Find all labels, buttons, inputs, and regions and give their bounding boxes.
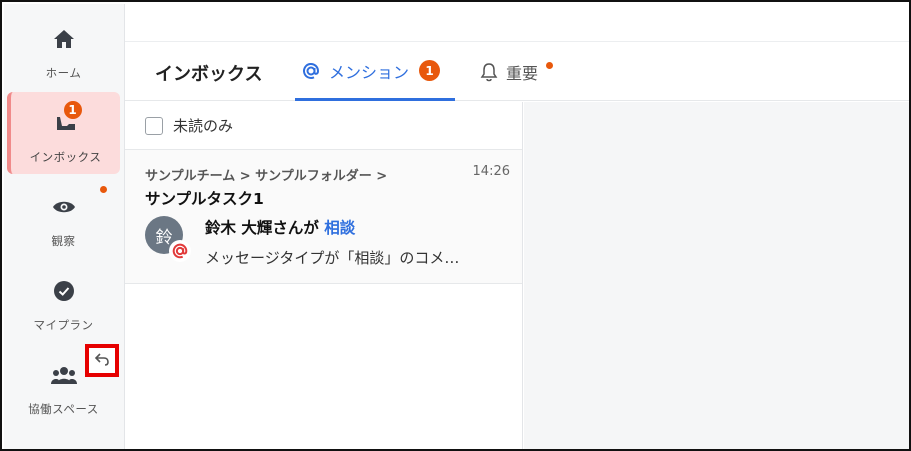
- tab-important-label: 重要: [506, 64, 539, 83]
- sidebar-item-label: ホーム: [45, 66, 82, 80]
- sidebar-item-home[interactable]: ホーム: [7, 8, 120, 90]
- eye-icon: [51, 194, 77, 220]
- check-circle-icon: [51, 278, 77, 304]
- sidebar-item-inbox[interactable]: 1 インボックス: [7, 92, 120, 174]
- inbox-count-badge: 1: [62, 100, 83, 120]
- message-list: 未読のみ サンプルチーム > サンプルフォルダー > 14:26 サンプルタスク…: [125, 102, 523, 449]
- inbox-icon: 1: [53, 100, 83, 136]
- sidebar-item-myplan[interactable]: マイプラン: [7, 260, 120, 342]
- undo-icon: [94, 351, 110, 370]
- sidebar-item-watch[interactable]: 観察: [7, 176, 120, 258]
- undo-button[interactable]: [85, 344, 119, 377]
- tab-important[interactable]: 重要: [480, 43, 554, 101]
- sender-text: 鈴木 大輝さんが: [205, 219, 325, 237]
- message-preview: メッセージタイプが「相談」のコメ…: [205, 249, 460, 267]
- breadcrumb: サンプルチーム > サンプルフォルダー >: [145, 169, 388, 184]
- at-icon: [301, 61, 321, 81]
- task-name: サンプルタスク1: [145, 190, 264, 208]
- bell-icon: [480, 62, 498, 82]
- unread-dot: [546, 61, 554, 69]
- tab-mention[interactable]: メンション 1: [295, 43, 455, 101]
- sidebar-item-label: マイプラン: [33, 318, 94, 332]
- page-title: インボックス: [155, 64, 263, 85]
- list-item[interactable]: サンプルチーム > サンプルフォルダー > 14:26 サンプルタスク1 鈴 鈴…: [125, 150, 522, 284]
- timestamp: 14:26: [472, 164, 510, 179]
- unread-only-checkbox[interactable]: [145, 116, 163, 135]
- detail-pane: [524, 102, 909, 449]
- sidebar-item-label: 観察: [51, 234, 76, 248]
- sidebar-item-label: インボックス: [29, 150, 102, 164]
- sidebar: ホーム 1 インボックス 観察 マイプラン 協働スペース: [4, 4, 125, 449]
- team-icon: [50, 362, 77, 388]
- unread-dot: [100, 186, 107, 193]
- unread-only-label: 未読のみ: [173, 117, 234, 135]
- sidebar-item-label: 協働スペース: [28, 402, 99, 416]
- message-type: 相談: [324, 219, 356, 237]
- tab-mention-label: メンション: [329, 62, 410, 82]
- app-window: ホーム 1 インボックス 観察 マイプラン 協働スペース インボックス メンショ…: [0, 0, 911, 451]
- unread-filter[interactable]: 未読のみ: [125, 102, 522, 150]
- top-bar: [125, 4, 909, 42]
- mention-count-badge: 1: [419, 60, 441, 81]
- home-icon: [51, 26, 77, 52]
- mention-icon: [169, 240, 191, 262]
- tab-bar: インボックス メンション 1 重要: [125, 43, 909, 101]
- message-sender: 鈴木 大輝さんが 相談: [205, 216, 355, 238]
